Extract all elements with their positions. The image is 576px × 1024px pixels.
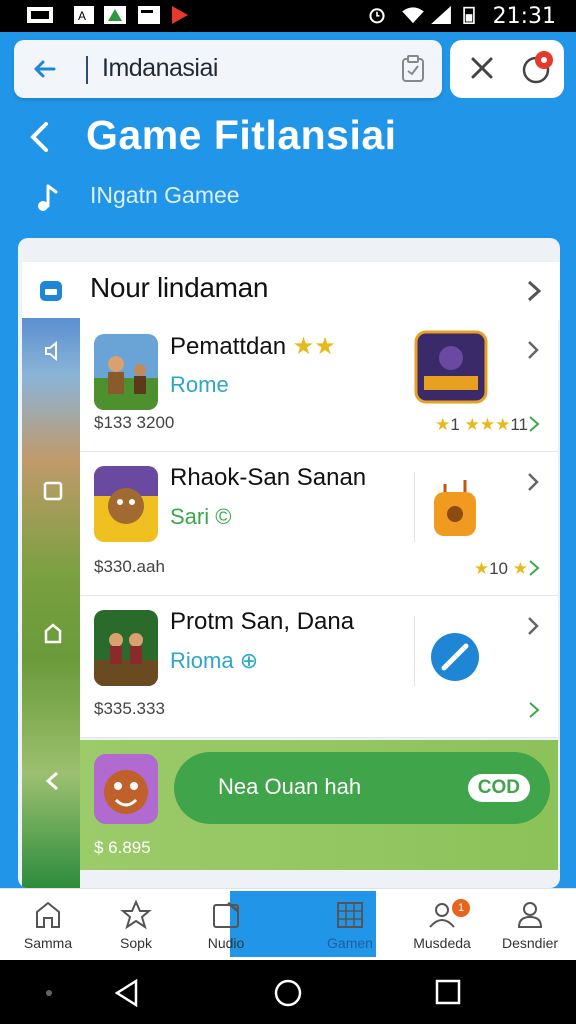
chevron-right-small-icon[interactable]	[528, 415, 540, 433]
divider	[414, 616, 415, 686]
game-name: Pemattdan ★★	[170, 333, 336, 360]
music-note-icon	[38, 184, 58, 211]
search-bar[interactable]: Imdanasiai	[14, 40, 442, 98]
page-subtitle: INgatn Gamee	[90, 182, 240, 208]
dot-icon	[46, 990, 52, 996]
nav-label: Samma	[23, 935, 73, 951]
page-title: Game Fitlansiai	[86, 112, 397, 158]
game-price: $335.333	[94, 699, 165, 718]
promo-price: $ 6.895	[94, 838, 151, 857]
header-actions	[450, 40, 564, 98]
nav-label: Desndier	[501, 935, 559, 951]
close-icon[interactable]	[468, 54, 496, 82]
folder-icon	[40, 281, 62, 301]
game-thumbnail	[94, 466, 158, 542]
chevron-right-icon[interactable]	[526, 472, 540, 492]
email-icon	[27, 7, 53, 23]
game-card[interactable]: Pemattdan ★★ Rome $133 3200 ★1 ★★★11	[80, 320, 558, 452]
arrow-left-icon[interactable]	[30, 54, 60, 84]
signal-icon	[431, 6, 451, 24]
clipboard-icon[interactable]	[398, 54, 428, 84]
game-logo	[414, 330, 488, 404]
home-outline-icon[interactable]	[42, 622, 64, 644]
search-input[interactable]: Imdanasiai	[102, 54, 218, 83]
chevron-left-icon[interactable]	[42, 770, 64, 792]
star-icon: ★★★	[464, 415, 511, 434]
nav-label: Gamen	[327, 935, 373, 951]
nav-label: Sopk	[120, 935, 152, 951]
system-nav-bar	[0, 960, 576, 1024]
divider	[414, 472, 415, 542]
game-subtitle: Rioma ⊕	[170, 648, 259, 673]
chevron-right-icon[interactable]	[526, 340, 540, 360]
battery-icon	[463, 6, 475, 24]
game-price: $330.aah	[94, 557, 165, 576]
home-circle-icon[interactable]	[272, 977, 304, 1009]
alarm-icon	[369, 8, 385, 24]
game-subtitle: Rome	[170, 372, 229, 397]
status-bar: A 21:31	[0, 0, 576, 32]
game-card[interactable]: Rhaok-San Sanan Sari © $330.aah ★10 ★	[80, 452, 558, 596]
star-icon: ★	[435, 415, 451, 434]
compass-icon	[431, 633, 479, 681]
star-icon: ★	[473, 559, 490, 578]
chevron-right-small-icon[interactable]	[528, 701, 540, 719]
star-icon: ★★	[292, 333, 336, 360]
status-icon: ©	[215, 504, 232, 529]
nav-item-person[interactable]: Desndier	[482, 889, 576, 961]
nav-label: Musdeda	[413, 935, 471, 951]
game-subtitle: Sari ©	[170, 504, 232, 529]
promo-card[interactable]: Nea Ouan hah COD $ 6.895	[80, 740, 558, 870]
nav-item-star[interactable]: Sopk	[88, 889, 184, 961]
app-icon: A	[74, 6, 94, 24]
game-rating: ★1 ★★★11	[435, 415, 528, 434]
nav-item-grid[interactable]: Gamen	[302, 889, 398, 961]
back-chevron-icon[interactable]	[26, 120, 54, 154]
game-rating: ★10 ★	[473, 559, 528, 578]
section-title: Nour lindaman	[90, 272, 269, 303]
nav-label: Nudio	[207, 935, 245, 951]
square-icon[interactable]	[42, 480, 64, 502]
chevron-right-icon[interactable]	[526, 280, 542, 302]
game-name: Protm San, Dana	[170, 608, 355, 635]
bag-icon	[434, 480, 476, 536]
chevron-right-small-icon[interactable]	[528, 559, 540, 577]
play-icon	[172, 6, 188, 24]
clock: 21:31	[492, 4, 556, 29]
back-triangle-icon[interactable]	[112, 978, 142, 1008]
recents-square-icon[interactable]	[434, 978, 462, 1006]
nav-item-home[interactable]: Samma	[0, 889, 96, 961]
promo-button-label: Nea Ouan hah	[218, 774, 362, 799]
game-price: $133 3200	[94, 413, 175, 432]
promo-button[interactable]: Nea Ouan hah COD	[174, 752, 550, 824]
app-green-icon	[104, 6, 126, 24]
game-thumbnail	[94, 334, 158, 410]
nav-badge: 1	[452, 899, 470, 917]
star-icon	[120, 899, 152, 930]
game-thumbnail	[94, 754, 158, 824]
wifi-icon	[402, 7, 424, 24]
section-header[interactable]: Nour lindaman	[22, 262, 560, 320]
chevron-right-icon[interactable]	[526, 616, 540, 636]
svg-text:A: A	[78, 9, 86, 23]
nav-item-people[interactable]: 1 Musdeda	[394, 889, 490, 961]
game-thumbnail	[94, 610, 158, 686]
speaker-icon[interactable]	[42, 340, 64, 362]
link-icon: ⊕	[239, 648, 259, 673]
person-icon	[517, 902, 543, 928]
home-icon	[36, 901, 60, 928]
search-divider	[86, 56, 88, 84]
inbox-icon	[213, 901, 239, 928]
promo-pill: COD	[467, 774, 530, 802]
star-icon: ★	[512, 559, 528, 578]
game-card[interactable]: Protm San, Dana Rioma ⊕ $335.333	[80, 596, 558, 738]
game-name: Rhaok-San Sanan	[170, 464, 367, 491]
grid-icon	[337, 902, 363, 928]
side-strip	[22, 318, 80, 888]
nav-item-inbox[interactable]: Nudio	[178, 889, 274, 961]
games-panel: Nour lindaman Pemattdan ★★ Rome $133 320…	[18, 238, 560, 888]
notification-icon[interactable]	[520, 50, 556, 86]
image-icon	[138, 6, 160, 24]
bottom-nav: Samma Sopk Nudio Gamen 1 Musdeda Desndie…	[0, 888, 576, 960]
